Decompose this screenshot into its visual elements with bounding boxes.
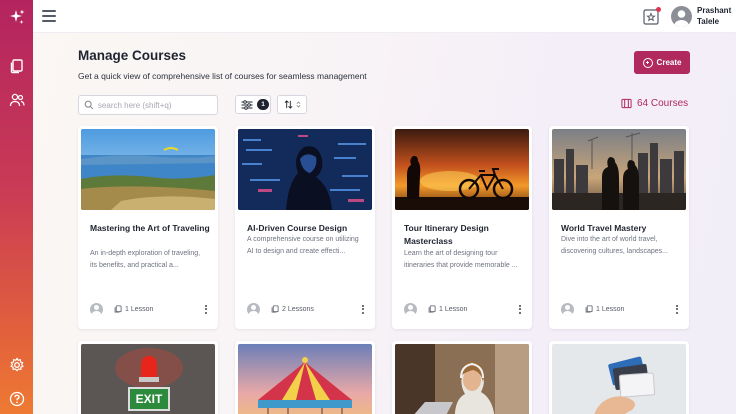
card-footer: 1 Lesson xyxy=(90,302,208,316)
main-content: Manage Courses Get a quick view of compr… xyxy=(33,33,736,414)
lesson-count-label: 2 Lessons xyxy=(282,305,314,313)
search-box[interactable] xyxy=(78,95,218,115)
search-icon xyxy=(84,100,94,110)
course-card[interactable]: World Travel Mastery Dive into the art o… xyxy=(549,126,689,329)
paraglider-landscape-image xyxy=(81,129,215,210)
search-input[interactable] xyxy=(97,100,217,110)
lesson-count: 1 Lesson xyxy=(585,305,624,313)
top-bar: Prashant Talele xyxy=(33,0,736,33)
courses-icon[interactable] xyxy=(7,56,26,75)
sunset-bicycle-image xyxy=(395,129,529,210)
more-options-icon[interactable] xyxy=(518,304,522,314)
card-footer: 1 Lesson xyxy=(404,302,522,316)
author-avatar xyxy=(404,302,417,316)
course-card[interactable]: Mastering the Art of Traveling An in-dep… xyxy=(78,126,218,329)
course-description: An in-depth exploration of traveling, it… xyxy=(90,250,201,269)
city-skyline-image xyxy=(552,129,686,210)
lesson-book-icon xyxy=(271,305,279,313)
settings-icon[interactable] xyxy=(7,355,26,374)
lesson-count-label: 1 Lesson xyxy=(596,305,625,313)
filter-count-badge: 1 xyxy=(257,99,269,110)
lesson-count-label: 1 Lesson xyxy=(439,305,468,313)
author-avatar xyxy=(90,302,103,316)
course-card[interactable] xyxy=(549,341,689,414)
lesson-book-icon xyxy=(114,305,122,313)
more-options-icon[interactable] xyxy=(675,304,679,314)
card-footer: 1 Lesson xyxy=(561,302,679,316)
user-first-name: Prashant xyxy=(697,6,732,15)
user-name[interactable]: Prashant Talele xyxy=(697,6,731,27)
lesson-count: 1 Lesson xyxy=(114,305,153,313)
users-icon[interactable] xyxy=(7,90,26,109)
course-description: Dive into the art of world travel, disco… xyxy=(561,236,668,255)
credit-cards-image xyxy=(552,344,686,414)
help-icon[interactable] xyxy=(7,389,26,408)
course-card[interactable]: AI-Driven Course Design A comprehensive … xyxy=(235,126,375,329)
more-options-icon[interactable] xyxy=(204,304,208,314)
lesson-book-icon xyxy=(428,305,436,313)
exit-sign-image: EXIT xyxy=(81,344,215,414)
author-avatar xyxy=(561,302,574,316)
sparkle-logo-icon[interactable] xyxy=(7,7,26,26)
student-laptop-image xyxy=(395,344,529,414)
course-count: 64 Courses xyxy=(621,98,688,109)
course-description: A comprehensive course on utilizing AI t… xyxy=(247,236,359,255)
course-card[interactable]: Tour Itinerary Design Masterclass Learn … xyxy=(392,126,532,329)
card-footer: 2 Lessons xyxy=(247,302,365,316)
author-avatar xyxy=(247,302,260,316)
more-options-icon[interactable] xyxy=(361,304,365,314)
course-title[interactable]: Mastering the Art of Traveling xyxy=(90,222,210,235)
books-icon xyxy=(621,98,632,109)
lesson-book-icon xyxy=(585,305,593,313)
lesson-count: 2 Lessons xyxy=(271,305,314,313)
create-button-label: Create xyxy=(656,58,682,67)
course-card[interactable] xyxy=(235,341,375,414)
page-subtitle: Get a quick view of comprehensive list o… xyxy=(78,71,367,81)
course-count-label: 64 Courses xyxy=(637,98,689,109)
lesson-count: 1 Lesson xyxy=(428,305,467,313)
carousel-image xyxy=(238,344,372,414)
notification-icon[interactable] xyxy=(643,7,661,25)
lesson-count-label: 1 Lesson xyxy=(125,305,154,313)
sidebar xyxy=(0,0,33,414)
user-last-name: Talele xyxy=(697,16,720,26)
create-button[interactable]: Create xyxy=(634,51,690,74)
add-circle-icon xyxy=(642,57,653,68)
notification-dot xyxy=(656,7,661,12)
course-card[interactable] xyxy=(392,341,532,414)
course-card[interactable]: EXIT xyxy=(78,341,218,414)
exit-sign-text: EXIT xyxy=(135,392,163,406)
ai-woman-image xyxy=(238,129,372,210)
avatar[interactable] xyxy=(671,6,692,27)
sort-button[interactable] xyxy=(277,95,307,114)
filter-button[interactable]: 1 xyxy=(235,95,271,114)
chevron-updown-icon xyxy=(296,101,300,108)
course-description: Learn the art of designing tour itinerar… xyxy=(404,250,518,269)
menu-toggle-icon[interactable] xyxy=(42,10,56,22)
sort-arrows-icon xyxy=(284,100,292,109)
filter-sliders-icon xyxy=(241,99,253,110)
course-title[interactable]: Tour Itinerary Design Masterclass xyxy=(404,222,524,248)
page-title: Manage Courses xyxy=(78,48,187,63)
